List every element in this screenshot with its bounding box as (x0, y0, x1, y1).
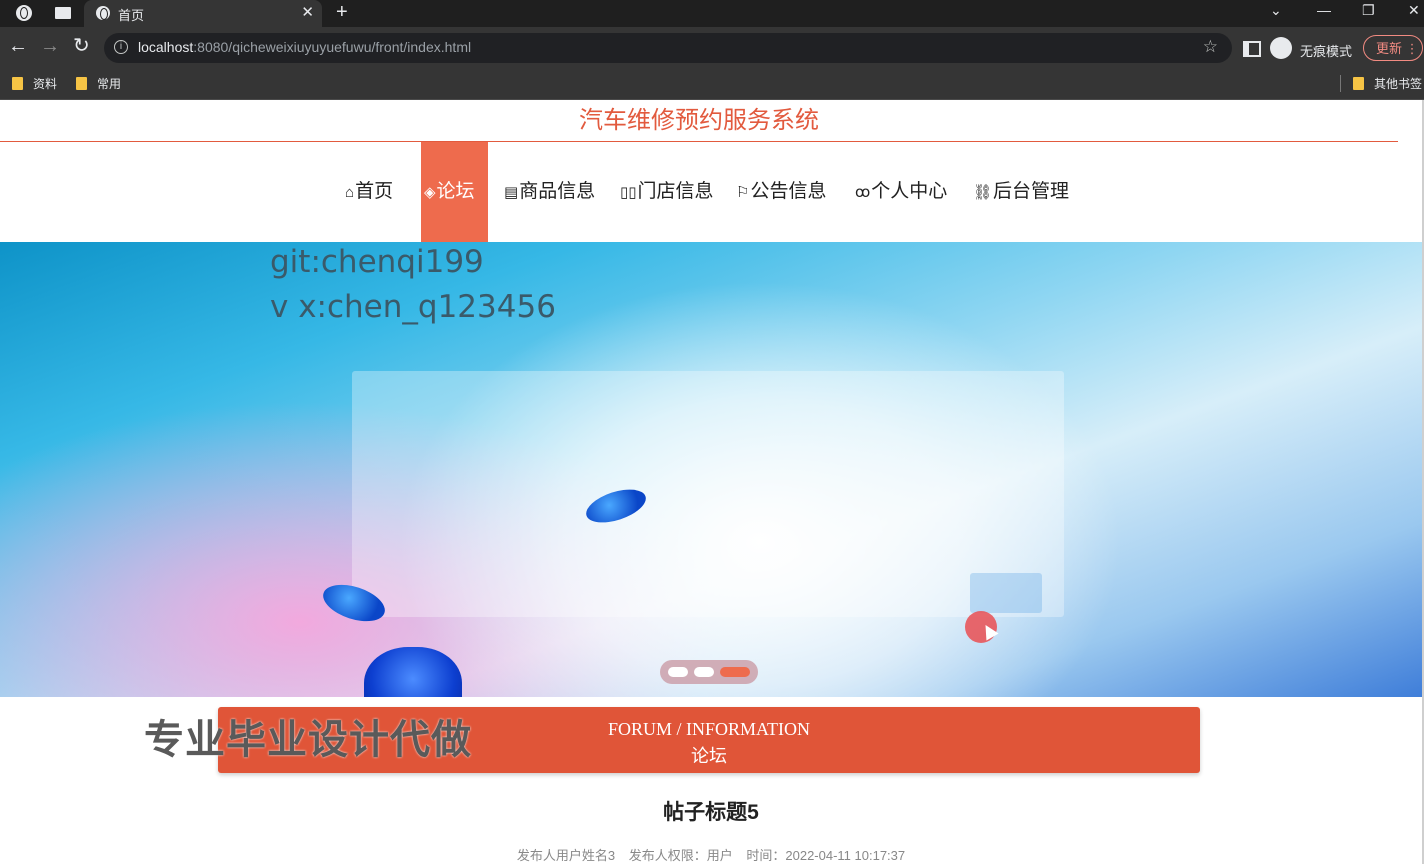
bookmark-folder-changyong[interactable]: 常用 (76, 75, 121, 92)
nav-item-notices[interactable]: ⚐公告信息 (736, 142, 826, 242)
carousel-dot[interactable] (694, 667, 714, 677)
tab-close-icon[interactable]: ✕ (301, 3, 314, 21)
web-page: 汽车维修预约服务系统 ⌂首页 ◈论坛 ▤商品信息 ▯▯门店信息 ⚐公告信息 ꝏ个… (0, 100, 1424, 864)
nav-item-stores[interactable]: ▯▯门店信息 (620, 142, 714, 242)
carousel-dot[interactable] (668, 667, 688, 677)
watermark-line-2: v x:chen_q123456 (270, 289, 556, 325)
other-bookmarks[interactable]: 其他书签 (1353, 75, 1422, 92)
update-button[interactable]: 更新 ⋮ (1363, 35, 1423, 61)
banner-ghost-panel (352, 371, 1064, 617)
post-role: 发布人权限：用户 (628, 848, 733, 863)
post-title: 帖子标题5 (663, 801, 759, 824)
nav-item-home[interactable]: ⌂首页 (345, 142, 407, 242)
site-info-icon[interactable]: i (114, 40, 128, 54)
nav-item-products[interactable]: ▤商品信息 (504, 142, 595, 242)
rose-decoration (364, 647, 462, 697)
browser-toolbar: ← → ↻ i localhost:8080/qicheweixiuyuyuef… (0, 27, 1424, 69)
folder-icon (1353, 77, 1364, 90)
nav-item-admin[interactable]: ⛓后台管理 (973, 142, 1069, 242)
bookmarks-bar: 资料 常用 其他书签 (0, 69, 1424, 100)
tab-favicon-icon (96, 6, 110, 20)
banner-ghost-button (970, 573, 1042, 613)
main-nav: ⌂首页 ◈论坛 ▤商品信息 ▯▯门店信息 ⚐公告信息 ꝏ个人中心 ⛓后台管理 (0, 142, 1422, 242)
url-text[interactable]: localhost:8080/qicheweixiuyuyuefuwu/fron… (138, 39, 471, 55)
overlay-ad-text: 专业毕业设计代做 (144, 718, 472, 762)
hero-carousel[interactable]: git:chenqi199 v x:chen_q123456 (0, 242, 1422, 697)
browser-tab-strip: 首页 ✕ + ⌄ — ❐ ✕ (0, 0, 1424, 27)
home-icon: ⌂ (345, 184, 355, 201)
tab-search-icon[interactable]: ⌄ (1270, 2, 1282, 19)
nav-item-forum[interactable]: ◈论坛 (421, 142, 488, 242)
columns-icon: ▯▯ (620, 184, 637, 201)
folder-icon (76, 77, 87, 90)
new-tab-button[interactable]: + (336, 1, 348, 24)
reload-icon[interactable]: ↻ (73, 36, 90, 56)
post-meta: 发布人用户姓名3 发布人权限：用户 时间：2022-04-11 10:17:37 (0, 845, 1422, 864)
browser-globe-icon[interactable] (16, 5, 32, 21)
user-icon: ꝏ (855, 184, 871, 201)
browser-tab[interactable]: 首页 ✕ (84, 0, 322, 27)
tab-title: 首页 (118, 8, 145, 23)
layers-icon: ◈ (424, 184, 436, 201)
incognito-label[interactable]: 无痕模式 (1300, 41, 1352, 60)
bookmark-folder-ziliao[interactable]: 资料 (12, 75, 57, 92)
watermark-line-1: git:chenqi199 (270, 244, 484, 280)
address-bar[interactable]: i localhost:8080/qicheweixiuyuyuefuwu/fr… (104, 33, 1232, 63)
window-icon[interactable] (55, 7, 71, 19)
back-icon[interactable]: ← (8, 36, 28, 56)
site-title: 汽车维修预约服务系统 (0, 100, 1398, 142)
close-window-icon[interactable]: ✕ (1408, 2, 1420, 19)
post-author: 发布人用户姓名3 (516, 848, 616, 863)
minimize-icon[interactable]: — (1317, 2, 1331, 18)
link-icon: ⛓ (973, 184, 993, 201)
post-time: 时间：2022-04-11 10:17:37 (746, 848, 906, 863)
document-icon: ▤ (504, 184, 519, 201)
nav-item-profile[interactable]: ꝏ个人中心 (855, 142, 947, 242)
side-panel-icon[interactable] (1243, 41, 1261, 57)
bookmark-star-icon[interactable]: ☆ (1203, 37, 1218, 57)
carousel-indicators (660, 660, 758, 684)
bookmarks-divider (1340, 75, 1341, 92)
forward-icon[interactable]: → (40, 36, 60, 56)
incognito-icon[interactable] (1270, 37, 1292, 59)
flag-icon: ⚐ (736, 184, 750, 201)
folder-icon (12, 77, 23, 90)
carousel-dot-active[interactable] (720, 667, 750, 677)
restore-icon[interactable]: ❐ (1362, 2, 1375, 19)
